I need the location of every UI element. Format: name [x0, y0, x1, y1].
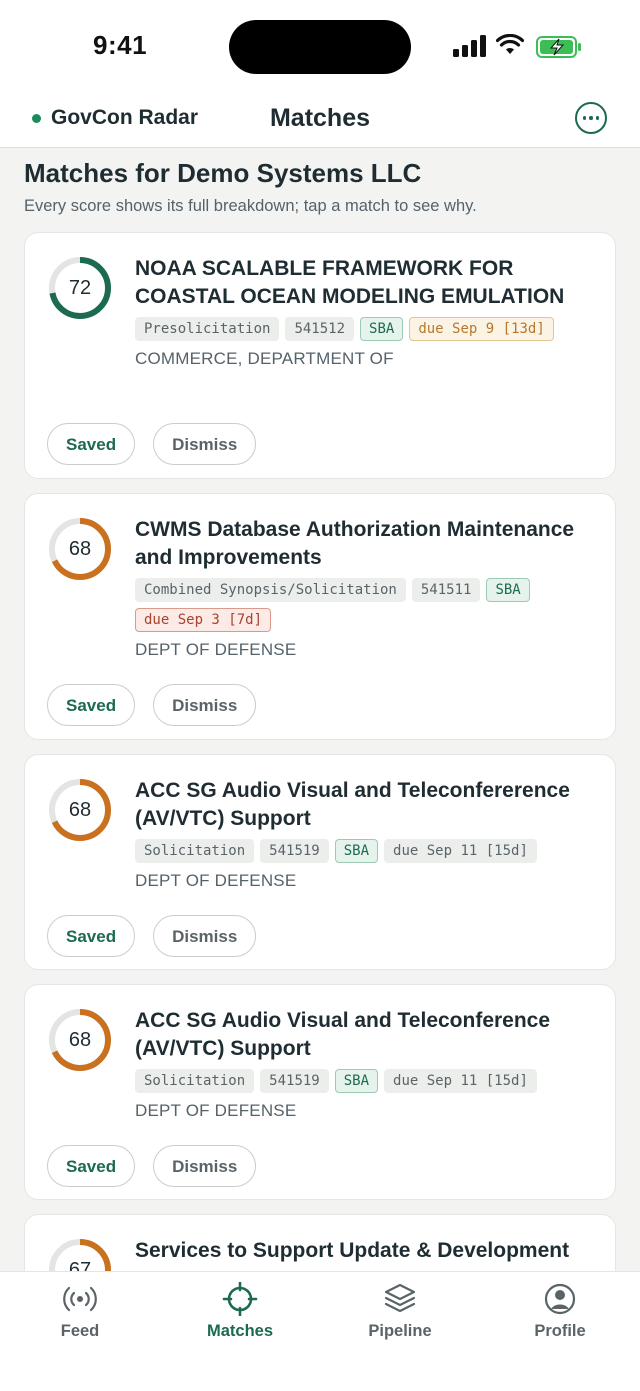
dynamic-island — [229, 20, 411, 74]
match-details: NOAA SCALABLE FRAMEWORK FOR COASTAL OCEA… — [135, 255, 595, 369]
match-details: CWMS Database Authorization Maintenance … — [135, 516, 595, 660]
match-card[interactable]: 68 ACC SG Audio Visual and Teleconferere… — [24, 754, 616, 970]
saved-button[interactable]: Saved — [47, 423, 136, 465]
match-details: ACC SG Audio Visual and Teleconference (… — [135, 1007, 595, 1121]
more-dot-icon — [595, 116, 600, 120]
crosshair-icon — [222, 1282, 258, 1316]
match-score-ring: 68 — [47, 1007, 113, 1073]
app-screen: 9:41 GovCon Radar Matches Matches for De… — [0, 0, 640, 1391]
more-options-button[interactable] — [575, 102, 607, 134]
match-score-ring: 72 — [47, 255, 113, 321]
setaside-tag: SBA — [486, 578, 530, 602]
setaside-tag: SBA — [360, 317, 404, 341]
nav-header: GovCon Radar Matches — [0, 92, 640, 148]
match-details: Services to Support Update & Development — [135, 1237, 595, 1265]
more-dot-icon — [582, 116, 587, 120]
match-card[interactable]: 68 ACC SG Audio Visual and Teleconferenc… — [24, 984, 616, 1200]
naics-tag: 541519 — [260, 1069, 329, 1093]
match-title[interactable]: ACC SG Audio Visual and Teleconference (… — [135, 1007, 595, 1063]
match-tags: Combined Synopsis/Solicitation 541511 SB… — [135, 578, 595, 632]
match-tags: Solicitation 541519 SBA due Sep 11 [15d] — [135, 839, 595, 863]
dismiss-button[interactable]: Dismiss — [153, 423, 257, 465]
naics-tag: 541519 — [260, 839, 329, 863]
match-score: 68 — [68, 1029, 92, 1051]
agency-name: COMMERCE, DEPARTMENT OF — [135, 349, 394, 368]
saved-button[interactable]: Saved — [47, 915, 136, 957]
match-actions: Saved Dismiss — [47, 684, 257, 726]
agency-name: DEPT OF DEFENSE — [135, 871, 297, 890]
setaside-tag: SBA — [334, 1069, 379, 1093]
page-title: Matches for Demo Systems LLC — [24, 158, 422, 188]
match-title[interactable]: NOAA SCALABLE FRAMEWORK FOR COASTAL OCEA… — [135, 255, 595, 311]
tab-label: Feed — [60, 1322, 100, 1340]
match-score-ring: 68 — [47, 516, 113, 582]
dismiss-button[interactable]: Dismiss — [153, 684, 257, 726]
naics-tag: 541512 — [285, 317, 355, 341]
match-details: ACC SG Audio Visual and Teleconfererence… — [135, 777, 595, 891]
notice-type-tag: Combined Synopsis/Solicitation — [135, 578, 406, 602]
dismiss-button[interactable]: Dismiss — [153, 915, 257, 957]
tab-label: Pipeline — [368, 1322, 432, 1340]
match-card[interactable]: 72 NOAA SCALABLE FRAMEWORK FOR COASTAL O… — [24, 232, 616, 479]
brand[interactable]: GovCon Radar — [32, 106, 198, 130]
match-score-ring: 68 — [47, 777, 113, 843]
tab-profile[interactable]: Profile — [500, 1282, 620, 1341]
match-actions: Saved Dismiss — [47, 915, 257, 957]
tab-matches[interactable]: Matches — [180, 1282, 300, 1341]
status-bar: 9:41 — [0, 0, 640, 92]
agency-name: DEPT OF DEFENSE — [135, 640, 297, 659]
tab-label: Profile — [534, 1322, 586, 1340]
tab-pipeline[interactable]: Pipeline — [340, 1282, 460, 1341]
match-title[interactable]: ACC SG Audio Visual and Teleconfererence… — [135, 777, 595, 833]
cellular-signal-icon — [453, 35, 487, 57]
due-date-tag: due Sep 11 [15d] — [384, 839, 537, 863]
match-actions: Saved Dismiss — [47, 423, 257, 465]
wifi-icon — [496, 34, 524, 54]
saved-button[interactable]: Saved — [47, 1145, 136, 1187]
tab-label: Matches — [206, 1322, 274, 1340]
tab-feed[interactable]: Feed — [20, 1282, 140, 1341]
brand-name: GovCon Radar — [51, 106, 199, 129]
agency-name: DEPT OF DEFENSE — [135, 1101, 297, 1120]
due-date-tag: due Sep 9 [13d] — [409, 317, 554, 341]
due-date-tag: due Sep 11 [15d] — [384, 1069, 537, 1093]
match-tags: Solicitation 541519 SBA due Sep 11 [15d] — [135, 1069, 595, 1093]
brand-status-dot — [32, 113, 41, 123]
match-card[interactable]: 68 CWMS Database Authorization Maintenan… — [24, 493, 616, 740]
battery-charging-icon — [536, 36, 581, 58]
setaside-tag: SBA — [334, 839, 379, 863]
match-title[interactable]: CWMS Database Authorization Maintenance … — [135, 516, 595, 572]
match-actions: Saved Dismiss — [47, 1145, 257, 1187]
dismiss-button[interactable]: Dismiss — [153, 1145, 257, 1187]
naics-tag: 541511 — [411, 578, 481, 602]
notice-type-tag: Solicitation — [135, 839, 255, 863]
user-circle-icon — [544, 1283, 576, 1315]
saved-button[interactable]: Saved — [47, 684, 136, 726]
match-score: 68 — [68, 799, 92, 821]
match-score: 68 — [68, 538, 92, 560]
page-subtitle: Every score shows its full breakdown; ta… — [24, 197, 477, 215]
more-dot-icon — [589, 116, 593, 120]
due-date-tag: due Sep 3 [7d] — [135, 608, 272, 632]
status-time: 9:41 — [93, 30, 148, 60]
broadcast-icon — [63, 1286, 97, 1312]
tab-bar: Feed Matches Pipeline Profile — [0, 1271, 640, 1391]
notice-type-tag: Solicitation — [135, 1069, 255, 1093]
match-score: 72 — [68, 277, 92, 299]
match-tags: Presolicitation 541512 SBA due Sep 9 [13… — [135, 317, 595, 341]
match-title[interactable]: Services to Support Update & Development — [135, 1237, 595, 1265]
layers-icon — [384, 1283, 416, 1313]
notice-type-tag: Presolicitation — [135, 317, 280, 341]
